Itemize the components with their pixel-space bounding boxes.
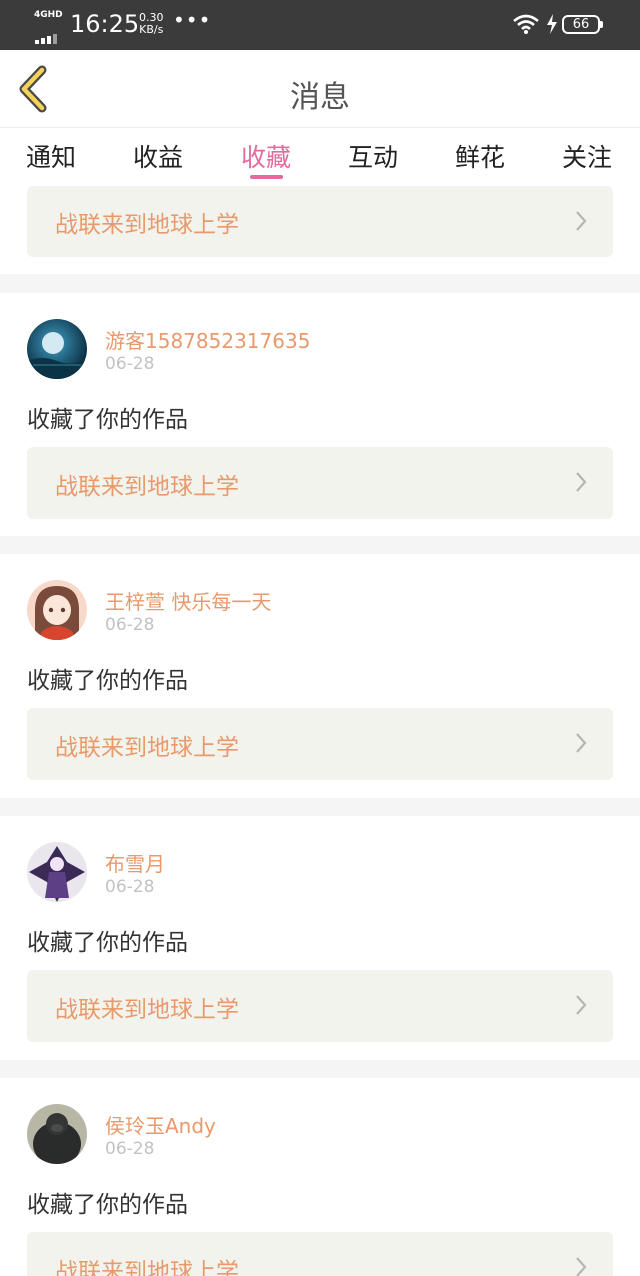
work-title: 战联来到地球上学 bbox=[55, 997, 239, 1023]
date: 06-28 bbox=[105, 1139, 155, 1159]
avatar[interactable] bbox=[27, 842, 87, 902]
list-item: 侯玲玉Andy 06-28 收藏了你的作品 战联来到地球上学 bbox=[0, 1078, 640, 1276]
status-bar: 4GHD 16:25 0.30 KB/s ••• 66 bbox=[0, 0, 640, 50]
tab-notifications[interactable]: 通知 bbox=[26, 138, 76, 174]
action-text: 收藏了你的作品 bbox=[27, 668, 188, 694]
app-header: 消息 bbox=[0, 50, 640, 128]
avatar[interactable] bbox=[27, 1104, 87, 1164]
work-link[interactable]: 战联来到地球上学 bbox=[27, 447, 613, 519]
anime-girl-avatar-icon bbox=[27, 580, 87, 640]
work-title: 战联来到地球上学 bbox=[55, 474, 239, 500]
chevron-right-icon bbox=[576, 1257, 587, 1276]
work-title: 战联来到地球上学 bbox=[55, 1259, 239, 1276]
work-title: 战联来到地球上学 bbox=[55, 735, 239, 761]
wifi-icon bbox=[513, 14, 539, 34]
status-time: 16:25 bbox=[70, 10, 140, 38]
gorilla-avatar-icon bbox=[27, 1104, 87, 1164]
dark-anime-avatar-icon bbox=[27, 842, 87, 902]
network-speed: 0.30 KB/s bbox=[139, 12, 164, 36]
chevron-right-icon bbox=[576, 211, 587, 231]
signal-icon: 4GHD bbox=[34, 10, 63, 44]
network-type: 4GHD bbox=[34, 10, 63, 20]
more-notifications-icon: ••• bbox=[173, 8, 212, 32]
tab-earnings[interactable]: 收益 bbox=[133, 138, 183, 174]
username[interactable]: 布雪月 bbox=[105, 848, 165, 877]
date: 06-28 bbox=[105, 615, 155, 635]
tab-flowers[interactable]: 鲜花 bbox=[455, 138, 505, 174]
tab-interactions[interactable]: 互动 bbox=[348, 138, 398, 174]
date: 06-28 bbox=[105, 354, 155, 374]
moon-night-avatar-icon bbox=[27, 319, 87, 379]
work-title: 战联来到地球上学 bbox=[55, 212, 239, 238]
username[interactable]: 王梓萱 快乐每一天 bbox=[105, 586, 271, 615]
message-list[interactable]: 战联来到地球上学 游客1587852317635 06-28 收藏了你的作品 战… bbox=[0, 186, 640, 1276]
tab-following[interactable]: 关注 bbox=[562, 138, 612, 174]
avatar[interactable] bbox=[27, 319, 87, 379]
username[interactable]: 侯玲玉Andy bbox=[105, 1110, 216, 1139]
work-link[interactable]: 战联来到地球上学 bbox=[27, 708, 613, 780]
chevron-right-icon bbox=[576, 733, 587, 753]
username[interactable]: 游客1587852317635 bbox=[105, 325, 310, 354]
tab-favorites[interactable]: 收藏 bbox=[241, 138, 291, 174]
tab-bar: 通知 收益 收藏 互动 鲜花 关注 bbox=[0, 128, 640, 186]
avatar[interactable] bbox=[27, 580, 87, 640]
date: 06-28 bbox=[105, 877, 155, 897]
chevron-right-icon bbox=[576, 472, 587, 492]
chevron-right-icon bbox=[576, 995, 587, 1015]
list-item: 王梓萱 快乐每一天 06-28 收藏了你的作品 战联来到地球上学 bbox=[0, 554, 640, 798]
work-link[interactable]: 战联来到地球上学 bbox=[27, 1232, 613, 1276]
list-item: 战联来到地球上学 bbox=[0, 186, 640, 274]
page-title: 消息 bbox=[290, 80, 350, 115]
battery-level: 66 bbox=[572, 17, 590, 32]
active-tab-indicator bbox=[250, 175, 283, 179]
list-item: 布雪月 06-28 收藏了你的作品 战联来到地球上学 bbox=[0, 816, 640, 1060]
charging-icon bbox=[547, 14, 557, 34]
action-text: 收藏了你的作品 bbox=[27, 407, 188, 433]
action-text: 收藏了你的作品 bbox=[27, 930, 188, 956]
work-link[interactable]: 战联来到地球上学 bbox=[27, 970, 613, 1042]
action-text: 收藏了你的作品 bbox=[27, 1192, 188, 1218]
work-link[interactable]: 战联来到地球上学 bbox=[27, 186, 613, 257]
speed-unit: KB/s bbox=[139, 23, 164, 36]
list-item: 游客1587852317635 06-28 收藏了你的作品 战联来到地球上学 bbox=[0, 293, 640, 536]
battery-icon: 66 bbox=[562, 15, 603, 34]
